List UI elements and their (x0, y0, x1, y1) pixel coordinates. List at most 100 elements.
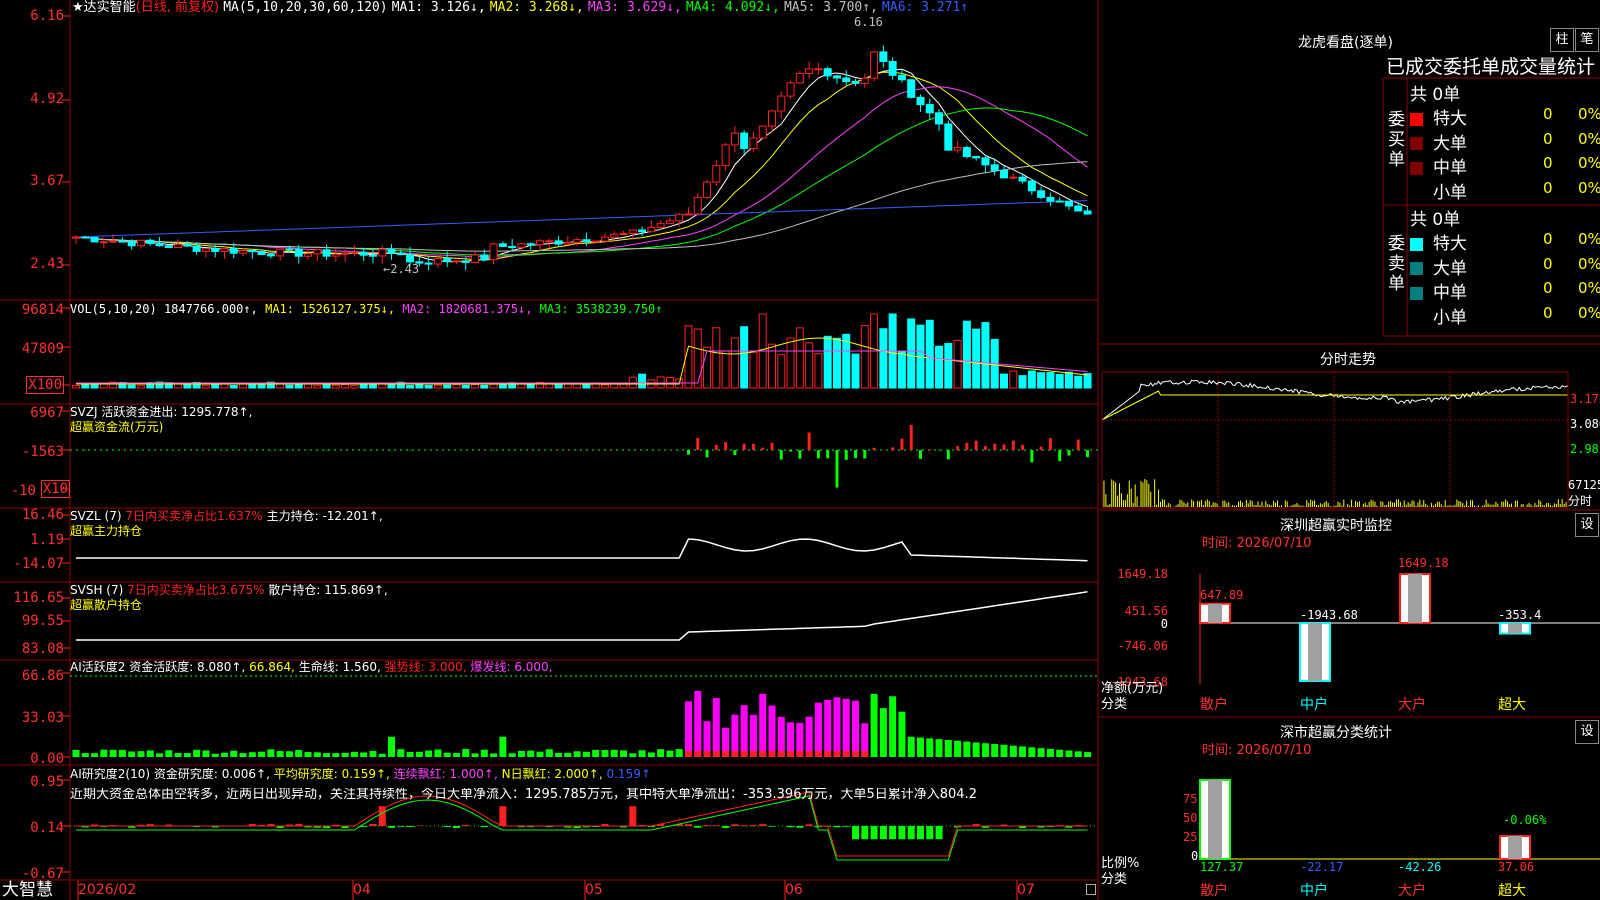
bar-view-button[interactable]: 柱 (1550, 28, 1574, 52)
fund-flow-bar (714, 444, 718, 450)
activity-bar (647, 752, 655, 757)
volume-bar (981, 322, 990, 389)
candlestick (545, 240, 554, 243)
svsh-axis-label: 99.55 (21, 613, 64, 629)
activity-bar (749, 714, 757, 757)
activity-bar (118, 749, 126, 757)
candlestick (693, 196, 702, 215)
kline-chart-canvas[interactable] (0, 0, 1600, 900)
svzj-scale-label: X10 (40, 480, 70, 498)
activity-bar (156, 753, 164, 757)
activity-bar (517, 750, 525, 757)
ai-research-avg: 平均研究度: 0.159↑, (273, 767, 390, 781)
activity-bar (378, 753, 386, 757)
activity-bar (267, 749, 275, 757)
sz-monitor-settings-button[interactable]: 设 (1575, 513, 1599, 537)
candlestick (1046, 196, 1055, 202)
sz-stats-settings-button[interactable]: 设 (1575, 720, 1599, 744)
volume-bar (638, 373, 647, 389)
price-axis-label: 3.67 (30, 173, 64, 189)
sz-stats-time: 时间: 2026/07/10 (1202, 743, 1312, 758)
activity-bar (1046, 748, 1054, 757)
candlestick (619, 233, 628, 236)
fund-flow-bar (789, 450, 793, 452)
volume-bar (832, 337, 841, 389)
research-bar (759, 824, 767, 826)
order-percent: 0% (1578, 178, 1600, 197)
ai-research-axis-label: 0.95 (30, 774, 64, 790)
candlestick (953, 147, 962, 151)
volume-bar (368, 383, 377, 389)
volume-bar (573, 383, 582, 389)
activity-bar (183, 753, 191, 757)
activity-bar (564, 752, 572, 757)
volume-bar (285, 384, 294, 389)
ai-active-axis-label: 33.03 (21, 710, 64, 726)
volume-bar (359, 384, 368, 389)
period-label[interactable]: (日线, 前复权) (136, 0, 219, 15)
sz-stats-axis-label: 50 (1183, 811, 1198, 825)
fund-flow-bar (751, 443, 755, 450)
lock-icon[interactable] (1086, 884, 1096, 895)
brand-logo-text[interactable]: 大智慧 (2, 880, 53, 900)
vol-header: VOL(5,10,20) 1847766.000↑, MA1: 1526127.… (70, 302, 662, 316)
candlestick (563, 241, 572, 245)
stock-name[interactable]: ★达实智能 (72, 0, 136, 15)
category-label: 中户 (1300, 883, 1328, 899)
ai-active-axis-label: 0.00 (30, 751, 64, 767)
fund-flow-bar (1058, 450, 1062, 462)
activity-bar (415, 751, 423, 757)
candlestick (508, 245, 517, 249)
sell-orders-label: 委卖单 (1388, 234, 1405, 294)
activity-bar (684, 701, 692, 757)
activity-bar (193, 749, 201, 757)
activity-bar (100, 749, 108, 757)
svzl-axis-label: 16.46 (21, 507, 64, 523)
activity-bar (814, 702, 822, 757)
candlestick (554, 240, 563, 245)
volume-bar (823, 335, 832, 389)
fund-flow-bar (742, 443, 746, 450)
price-axis-label: 2.43 (30, 256, 64, 272)
volume-bar (1046, 372, 1055, 389)
volume-bar (331, 384, 340, 389)
candlestick (582, 239, 591, 243)
order-count: 0 (1543, 178, 1553, 197)
sz-monitor-unit: 净额(万元) (1101, 681, 1164, 696)
candlestick (591, 240, 600, 243)
activity-bar (1065, 750, 1073, 757)
research-bar (731, 824, 739, 826)
volume-bar (582, 384, 591, 389)
volume-bar (248, 383, 257, 389)
ma1-value: MA1: 3.126↓, (391, 0, 486, 15)
volume-bar (600, 384, 609, 389)
candlestick (1027, 180, 1036, 192)
activity-bar-base (833, 751, 841, 757)
svsh-ratio: 7日内买卖净占比3.675% (127, 583, 265, 597)
volume-bar (498, 384, 507, 389)
candlestick (461, 260, 470, 263)
date-axis-label: 2026/02 (78, 882, 137, 898)
activity-bar (805, 716, 813, 757)
research-bar (703, 825, 711, 826)
activity-bar (740, 705, 748, 757)
candlestick (322, 249, 331, 257)
research-bar (480, 826, 488, 828)
research-bar (768, 826, 776, 827)
volume-bar (471, 384, 480, 389)
candlestick (1055, 200, 1064, 203)
volume-bar (452, 384, 461, 389)
tick-view-button[interactable]: 笔 (1575, 28, 1599, 52)
order-count: 0 (1543, 129, 1553, 148)
volume-bar (953, 339, 962, 389)
order-size-label: 特大 (1433, 234, 1467, 254)
sz-stats-title: 深市超赢分类统计 (1280, 725, 1392, 741)
candlestick (805, 68, 814, 74)
activity-bar (638, 750, 646, 757)
volume-bar (814, 353, 823, 389)
order-count: 0 (1543, 154, 1553, 172)
sz-monitor-title: 深圳超赢实时监控 (1280, 518, 1392, 534)
svzj-axis-label: -1563 (21, 444, 64, 460)
volume-bar (554, 383, 563, 389)
order-percent: 0% (1578, 105, 1600, 123)
